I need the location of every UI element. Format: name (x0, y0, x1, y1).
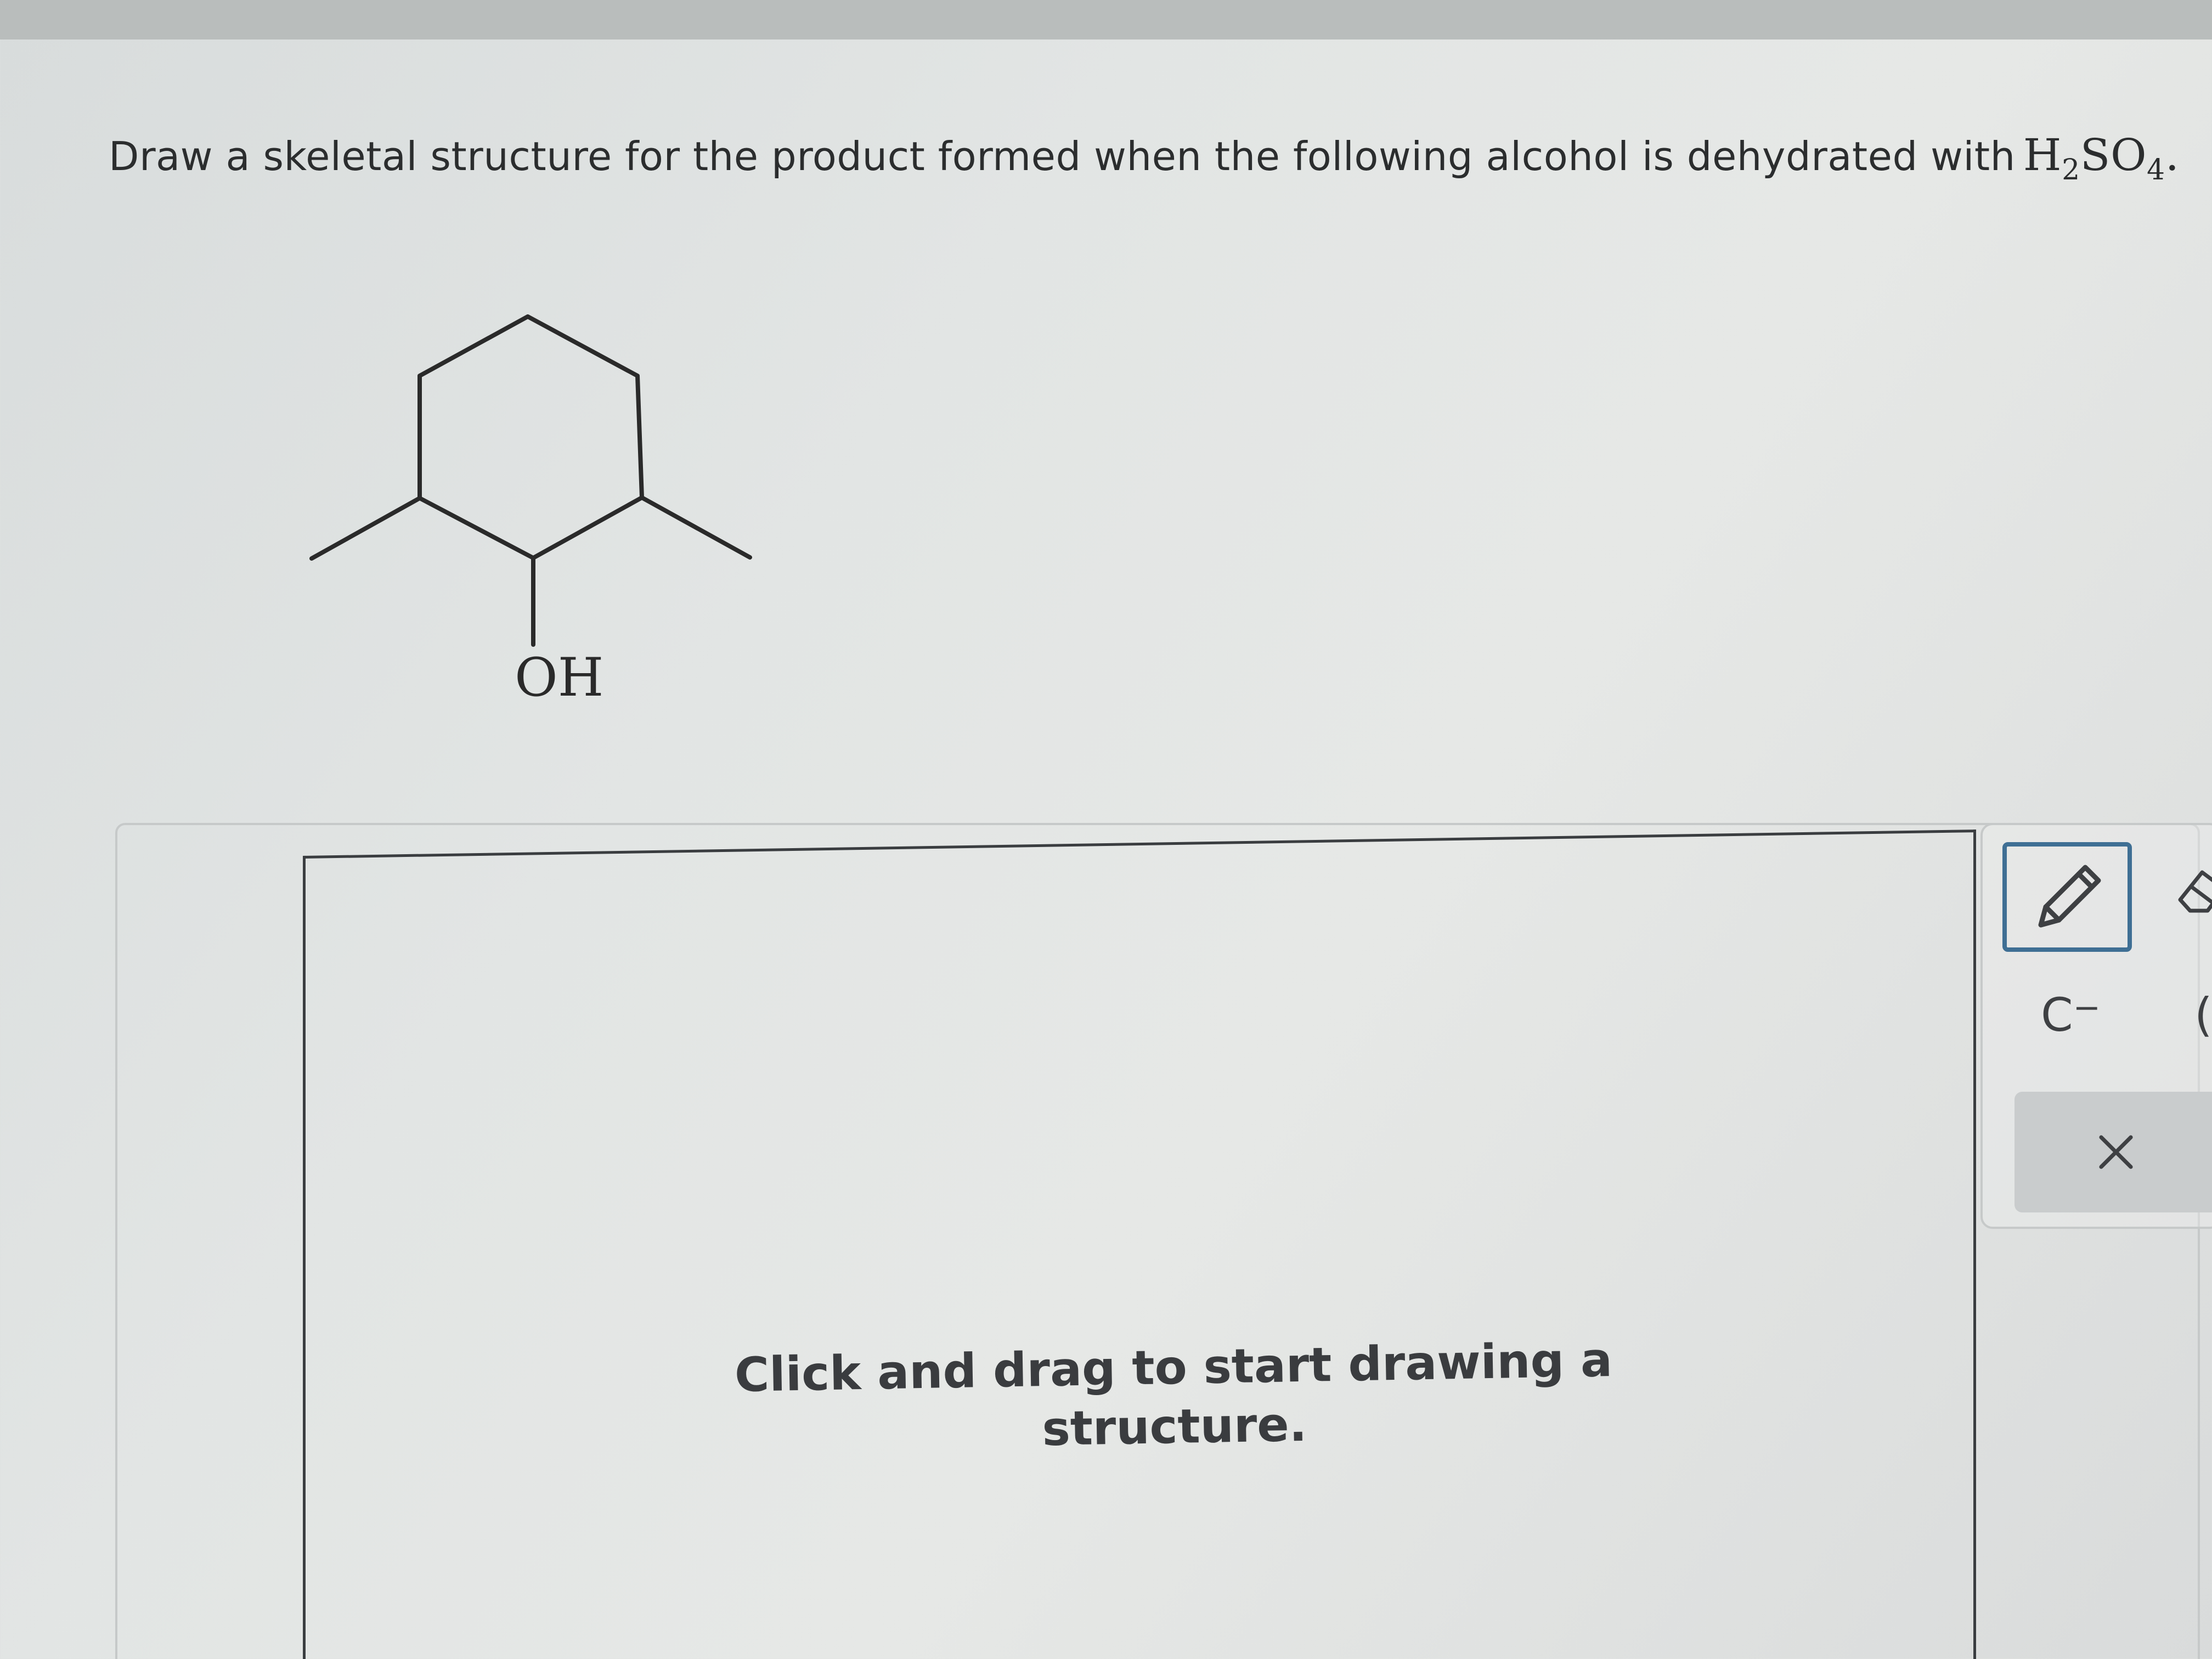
partial-tool-label: ( (2194, 988, 2212, 1042)
formula-h2so4: H2SO4. (2023, 129, 2180, 187)
formula-h: H (2023, 129, 2062, 180)
drawing-canvas[interactable] (303, 830, 1976, 1659)
carbanion-charge: − (2073, 989, 2101, 1027)
question-text: Draw a skeletal structure for the produc… (109, 133, 2016, 179)
carbanion-label: C (2041, 988, 2073, 1042)
close-icon (2099, 1135, 2133, 1169)
methyl-bond-right (640, 495, 752, 560)
pencil-icon (2038, 865, 2101, 928)
eraser-icon (2178, 870, 2212, 913)
question-prompt: Draw a skeletal structure for the produc… (109, 129, 2180, 187)
cyclohexane-ring (417, 314, 644, 560)
canvas-hint: Click and drag to start drawing a struct… (734, 1333, 1613, 1457)
hydroxyl-label: OH (515, 647, 603, 708)
formula-so: SO (2080, 129, 2147, 180)
eraser-tool-button[interactable] (2174, 856, 2212, 922)
partial-tool-button[interactable]: ( (2194, 988, 2212, 1042)
clear-button[interactable] (2015, 1092, 2212, 1212)
formula-period: . (2165, 129, 2180, 180)
formula-sub-4: 4 (2147, 154, 2165, 187)
methyl-bond-left (309, 496, 422, 561)
alcohol-structure: OH (309, 314, 752, 708)
carbanion-tool-button[interactable]: C− (2041, 988, 2101, 1042)
formula-sub-2: 2 (2062, 154, 2080, 187)
pencil-tool-button[interactable] (2002, 842, 2132, 952)
window-top-band (0, 0, 2212, 40)
